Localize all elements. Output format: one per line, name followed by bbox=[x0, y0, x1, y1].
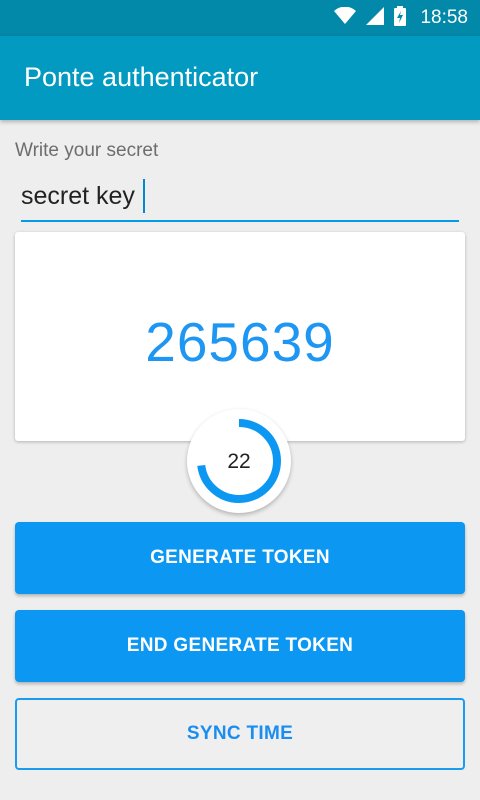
countdown-timer: 22 bbox=[187, 409, 291, 513]
app-title: Ponte authenticator bbox=[24, 62, 259, 92]
secret-label: Write your secret bbox=[15, 140, 159, 161]
secret-field[interactable] bbox=[15, 172, 459, 222]
field-underline bbox=[21, 220, 459, 222]
status-time: 18:58 bbox=[420, 7, 468, 28]
status-bar: 18:58 bbox=[0, 0, 480, 36]
end-generate-token-button[interactable]: END GENERATE TOKEN bbox=[15, 610, 465, 682]
status-icons: 18:58 bbox=[334, 0, 468, 36]
wifi-icon bbox=[334, 6, 357, 30]
token-value: 265639 bbox=[145, 311, 335, 373]
generate-token-button[interactable]: GENERATE TOKEN bbox=[15, 522, 465, 594]
secret-input[interactable] bbox=[21, 182, 451, 211]
text-cursor bbox=[143, 179, 145, 213]
battery-charging-icon bbox=[394, 5, 407, 31]
sync-time-button[interactable]: SYNC TIME bbox=[15, 698, 465, 770]
app-bar: Ponte authenticator bbox=[0, 36, 480, 120]
signal-icon bbox=[366, 6, 385, 30]
countdown-seconds: 22 bbox=[227, 450, 251, 473]
